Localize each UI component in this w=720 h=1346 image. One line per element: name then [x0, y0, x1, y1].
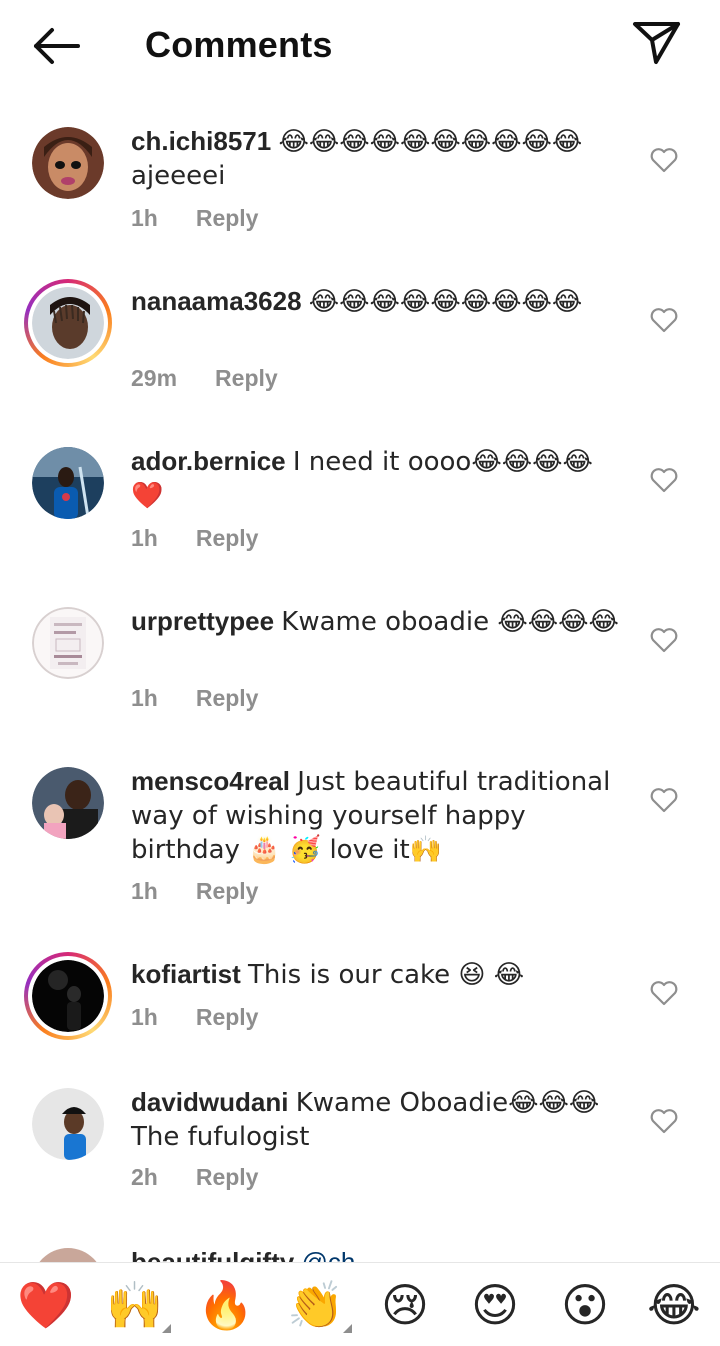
comment-body: Kwame oboadie 😂😂😂😂 — [281, 607, 619, 637]
avatar-story-ring[interactable] — [24, 952, 112, 1040]
comment-time: 1h — [131, 1004, 158, 1030]
heart-outline-icon[interactable] — [650, 307, 678, 333]
avatar[interactable] — [32, 1088, 104, 1160]
reply-button[interactable]: Reply — [196, 878, 259, 904]
comment-username[interactable]: davidwudani — [131, 1087, 288, 1117]
avatar[interactable] — [32, 127, 104, 199]
surprised-emoji-button[interactable]: 😮 — [555, 1275, 615, 1335]
heart-outline-icon[interactable] — [650, 467, 678, 493]
comment-meta: 29m Reply — [131, 365, 278, 392]
comment-text: mensco4real Just beautiful traditional w… — [131, 765, 621, 867]
comment-meta: 1h Reply — [131, 1004, 258, 1031]
comment-username[interactable]: beautifulgifty — [131, 1247, 294, 1262]
comment-username[interactable]: ador.bernice — [131, 446, 286, 476]
comments-screen: Comments ch.ichi8571 😂😂😂😂😂😂😂😂😂😂ajeeeei 1… — [0, 0, 720, 1346]
avatar[interactable] — [32, 607, 104, 679]
emoji-reaction-bar: ❤️ 🙌 🔥 👏 😢 😍 😮 😂 — [0, 1262, 720, 1346]
comment-text: urprettypee Kwame oboadie 😂😂😂😂 — [131, 605, 621, 639]
comment-body: This is our cake 😆 😂 — [248, 960, 525, 990]
skin-tone-indicator — [162, 1324, 171, 1333]
header: Comments — [0, 0, 720, 92]
comment-username[interactable]: nanaama3628 — [131, 286, 302, 316]
mention-link[interactable]: @ch — [301, 1247, 355, 1262]
heart-outline-icon[interactable] — [650, 787, 678, 813]
reply-button[interactable]: Reply — [215, 365, 278, 391]
heart-outline-icon[interactable] — [650, 627, 678, 653]
laughing-emoji-button[interactable]: 😂 — [644, 1275, 704, 1335]
clapping-emoji-button[interactable]: 👏 — [286, 1275, 352, 1335]
comment-time: 1h — [131, 205, 158, 231]
partial-comment: beautifulgifty @ch — [0, 1240, 720, 1262]
comment-username[interactable]: kofiartist — [131, 959, 241, 989]
reply-button[interactable]: Reply — [196, 685, 259, 711]
avatar-image — [32, 767, 104, 839]
comment-username[interactable]: ch.ichi8571 — [131, 126, 271, 156]
comment-time: 2h — [131, 1164, 158, 1190]
heart-outline-icon[interactable] — [650, 1108, 678, 1134]
heart-outline-icon[interactable] — [650, 980, 678, 1006]
reply-button[interactable]: Reply — [196, 1004, 259, 1030]
avatar-image — [32, 1088, 104, 1160]
raising-hands-icon: 🙌 — [106, 1278, 164, 1332]
reply-button[interactable]: Reply — [196, 525, 259, 551]
comment-text: beautifulgifty @ch — [131, 1246, 355, 1262]
clapping-hands-icon: 👏 — [287, 1278, 345, 1332]
heart-emoji-button[interactable]: ❤️ — [16, 1275, 76, 1335]
comment-meta: 1h Reply — [131, 878, 258, 905]
heart-eyes-emoji-button[interactable]: 😍 — [465, 1275, 525, 1335]
back-button[interactable] — [28, 22, 84, 70]
comment-text: kofiartist This is our cake 😆 😂 — [131, 958, 621, 992]
comment-meta: 2h Reply — [131, 1164, 258, 1191]
comment-body: 😂😂😂😂😂😂😂😂😂 — [308, 287, 583, 317]
avatar-image — [32, 607, 104, 679]
comment-meta: 1h Reply — [131, 205, 258, 232]
comment-text: ador.bernice I need it oooo😂😂😂😂❤️ — [131, 445, 621, 513]
comment-text: davidwudani Kwame Oboadie😂😂😂 The fufulog… — [131, 1086, 621, 1154]
comment-text: nanaama3628 😂😂😂😂😂😂😂😂😂 — [131, 285, 621, 319]
paper-plane-icon — [633, 22, 680, 64]
share-button[interactable] — [630, 18, 684, 68]
avatar[interactable] — [32, 447, 104, 519]
comment-username[interactable]: urprettypee — [131, 606, 274, 636]
comment-time: 1h — [131, 685, 158, 711]
avatar-image — [32, 960, 104, 1032]
avatar-image — [32, 447, 104, 519]
reply-button[interactable]: Reply — [196, 1164, 259, 1190]
avatar[interactable] — [32, 767, 104, 839]
comment-text: ch.ichi8571 😂😂😂😂😂😂😂😂😂😂ajeeeei — [131, 125, 621, 193]
comment-username[interactable]: mensco4real — [131, 766, 290, 796]
raising-hands-emoji-button[interactable]: 🙌 — [105, 1275, 171, 1335]
heart-outline-icon[interactable] — [650, 147, 678, 173]
crying-emoji-button[interactable]: 😢 — [375, 1275, 435, 1335]
avatar — [28, 956, 108, 1036]
comment-meta: 1h Reply — [131, 685, 258, 712]
comment-time: 1h — [131, 525, 158, 551]
fire-emoji-button[interactable]: 🔥 — [196, 1275, 256, 1335]
page-title: Comments — [145, 24, 333, 65]
avatar-image — [32, 127, 104, 199]
avatar — [28, 283, 108, 363]
skin-tone-indicator — [343, 1324, 352, 1333]
avatar-image — [32, 287, 104, 359]
arrow-left-icon — [34, 28, 80, 64]
comment-time: 1h — [131, 878, 158, 904]
comment-time: 29m — [131, 365, 178, 391]
avatar[interactable] — [32, 1248, 104, 1262]
reply-button[interactable]: Reply — [196, 205, 259, 231]
comment-meta: 1h Reply — [131, 525, 258, 552]
avatar-story-ring[interactable] — [24, 279, 112, 367]
